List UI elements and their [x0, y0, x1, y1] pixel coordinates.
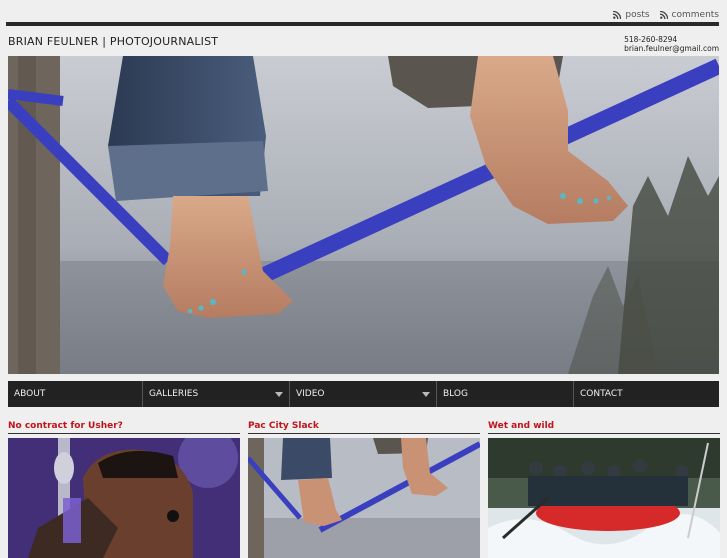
usher-concert-photo: [8, 438, 240, 558]
email-address[interactable]: brian.feulner@gmail.com: [624, 44, 719, 53]
nav-item-about[interactable]: ABOUT: [8, 381, 143, 407]
post-card: No contract for Usher?: [8, 421, 240, 558]
post-title-link[interactable]: Pac City Slack: [248, 421, 480, 434]
posts-feed-label: posts: [625, 10, 650, 20]
post-card: Pac City Slack: [248, 421, 480, 558]
nav-item-label: ABOUT: [14, 389, 46, 399]
post-title-link[interactable]: No contract for Usher?: [8, 421, 240, 434]
nav-item-video[interactable]: VIDEO: [290, 381, 437, 407]
whitewater-rafting-photo: [488, 438, 720, 558]
comments-feed-link[interactable]: comments: [659, 10, 719, 20]
feed-links: posts comments: [613, 10, 719, 20]
chevron-down-icon: [422, 392, 430, 397]
nav-item-contact[interactable]: CONTACT: [574, 381, 719, 407]
chevron-down-icon: [275, 392, 283, 397]
posts-feed-link[interactable]: posts: [613, 10, 650, 20]
phone-number: 518-260-8294: [624, 35, 678, 44]
rss-icon: [659, 11, 668, 19]
main-nav: ABOUT GALLERIES VIDEO BLOG CONTACT: [8, 381, 719, 407]
nav-item-label: BLOG: [443, 389, 468, 399]
top-rule: [6, 22, 719, 26]
hero-image: [8, 56, 719, 374]
nav-item-label: CONTACT: [580, 389, 623, 399]
contact-info: 518-260-8294 brian.feulner@gmail.com: [624, 35, 719, 53]
post-thumbnail[interactable]: [8, 438, 240, 558]
slackline-thumbnail-photo: [248, 438, 480, 558]
post-thumbnail[interactable]: [488, 438, 720, 558]
nav-item-label: GALLERIES: [149, 389, 199, 399]
rss-icon: [613, 11, 622, 19]
nav-item-galleries[interactable]: GALLERIES: [143, 381, 290, 407]
nav-item-label: VIDEO: [296, 389, 325, 399]
site-title[interactable]: BRIAN FEULNER | PHOTOJOURNALIST: [8, 35, 218, 48]
comments-feed-label: comments: [671, 10, 719, 20]
nav-item-blog[interactable]: BLOG: [437, 381, 574, 407]
post-title-link[interactable]: Wet and wild: [488, 421, 720, 434]
slackline-feet-photo: [8, 56, 719, 374]
post-thumbnail[interactable]: [248, 438, 480, 558]
post-card: Wet and wild: [488, 421, 720, 558]
